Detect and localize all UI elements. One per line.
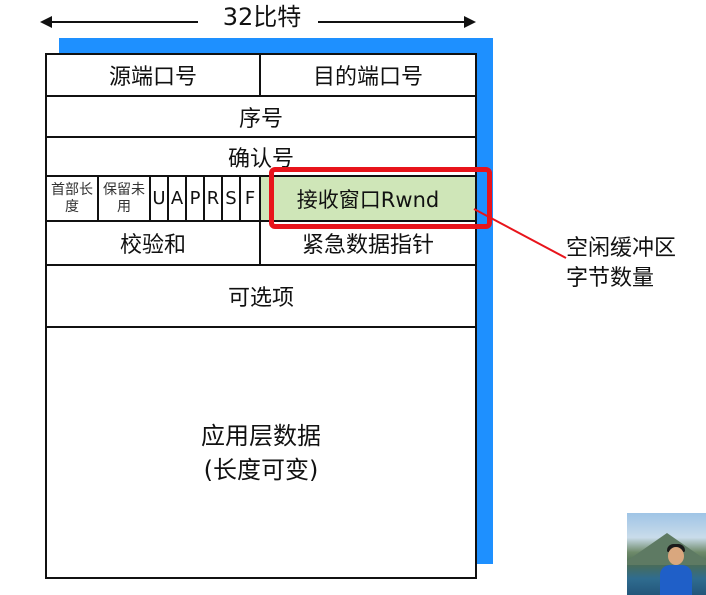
presenter-head — [668, 547, 684, 565]
annotation-text: 空闲缓冲区 字节数量 — [566, 234, 706, 294]
presenter-body — [660, 565, 692, 595]
annotation-line-1: 空闲缓冲区 — [566, 236, 677, 261]
annotation-pointer-line — [473, 208, 567, 259]
presenter-video-thumbnail — [627, 513, 706, 595]
annotation-line-2: 字节数量 — [566, 266, 655, 291]
